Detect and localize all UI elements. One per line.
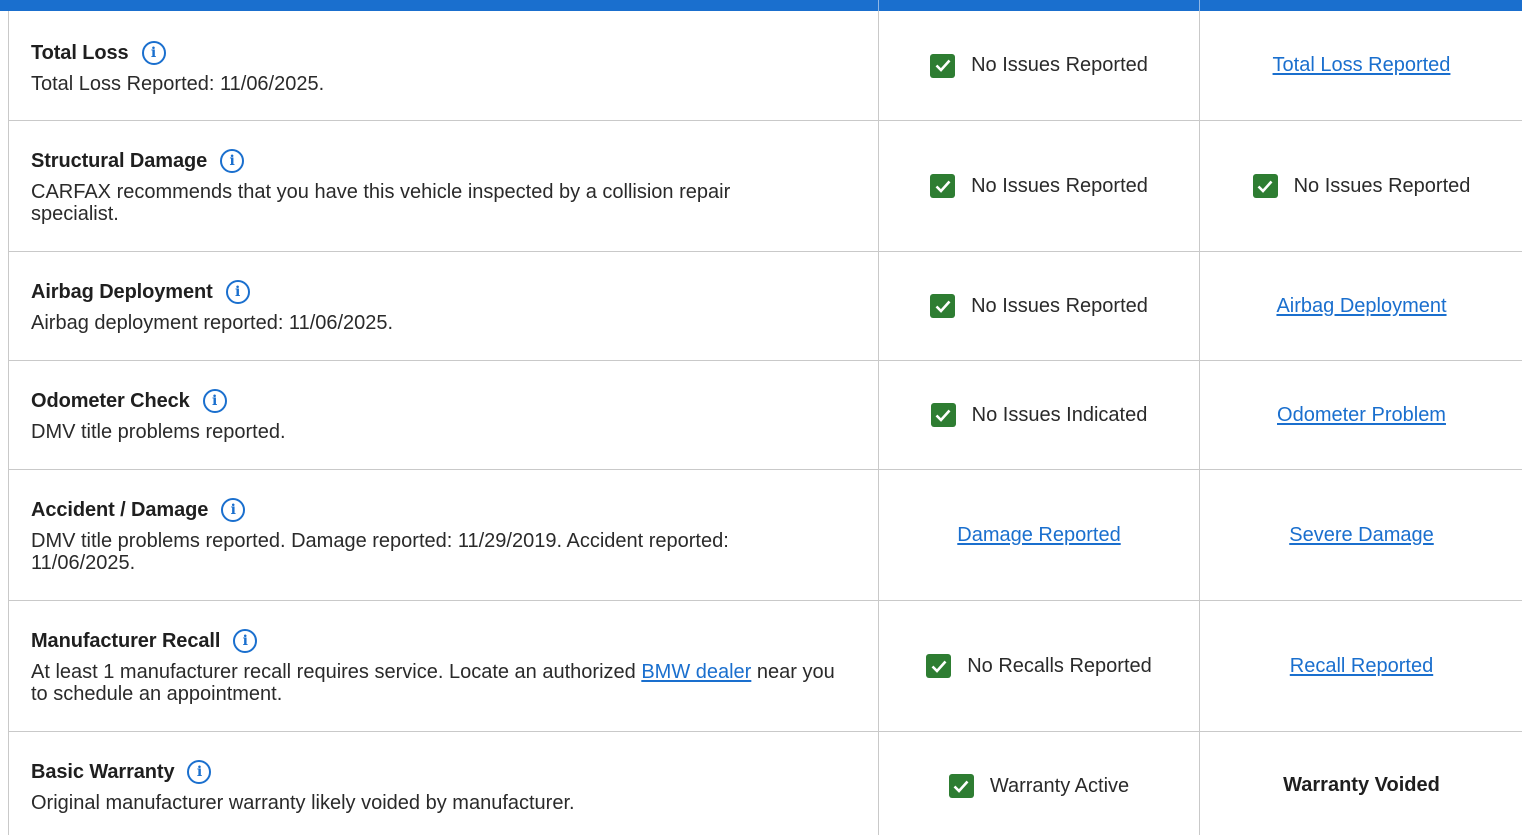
row-label-cell: Structural Damage i CARFAX recommends th… xyxy=(9,121,879,251)
checkmark-icon xyxy=(948,774,974,798)
status-no-recalls: No Recalls Reported xyxy=(926,654,1152,678)
row-description: At least 1 manufacturer recall requires … xyxy=(31,661,851,705)
info-icon[interactable]: i xyxy=(202,389,227,413)
status-no-issues: No Issues Indicated xyxy=(930,403,1148,427)
row-description: DMV title problems reported. xyxy=(31,421,286,443)
row-title: Odometer Check xyxy=(31,389,190,412)
status-cell: No Issues Reported xyxy=(1200,121,1522,251)
row-label-cell: Odometer Check i DMV title problems repo… xyxy=(9,361,879,469)
header-divider xyxy=(1199,0,1200,11)
checkmark-icon xyxy=(930,174,956,198)
row-title: Total Loss xyxy=(31,41,129,64)
status-cell: Severe Damage xyxy=(1200,470,1522,600)
status-text: No Recalls Reported xyxy=(967,654,1152,677)
table-row-basic-warranty: Basic Warranty i Original manufacturer w… xyxy=(9,732,1522,835)
row-title: Structural Damage xyxy=(31,149,208,172)
status-text: No Issues Reported xyxy=(971,174,1148,197)
row-label-cell: Basic Warranty i Original manufacturer w… xyxy=(9,732,879,835)
status-cell: Total Loss Reported xyxy=(1200,11,1522,120)
row-title: Basic Warranty xyxy=(31,760,175,783)
table-row-accident-damage: Accident / Damage i DMV title problems r… xyxy=(9,470,1522,601)
status-cell: Odometer Problem xyxy=(1200,361,1522,469)
checkmark-icon xyxy=(930,53,956,78)
table-row-structural-damage: Structural Damage i CARFAX recommends th… xyxy=(9,121,1522,252)
bmw-dealer-link[interactable]: BMW dealer xyxy=(641,661,751,683)
status-text: Warranty Active xyxy=(989,774,1130,797)
status-cell: No Issues Reported xyxy=(879,121,1200,251)
row-label-cell: Manufacturer Recall i At least 1 manufac… xyxy=(9,601,879,731)
warranty-voided-status: Warranty Voided xyxy=(1283,774,1440,796)
row-description: CARFAX recommends that you have this veh… xyxy=(31,181,731,225)
info-icon[interactable]: i xyxy=(187,760,212,784)
row-title: Manufacturer Recall xyxy=(31,629,221,652)
status-text: No Issues Reported xyxy=(971,54,1148,76)
status-text: No Issues Reported xyxy=(971,294,1148,317)
info-icon[interactable]: i xyxy=(221,498,246,522)
checkmark-icon xyxy=(1252,174,1278,198)
header-divider xyxy=(878,0,879,11)
checkmark-icon xyxy=(926,654,952,678)
status-text: No Issues Indicated xyxy=(971,403,1148,426)
info-icon[interactable]: i xyxy=(233,629,258,653)
status-cell: No Issues Indicated xyxy=(879,361,1200,469)
status-cell: Damage Reported xyxy=(879,470,1200,600)
status-no-issues: No Issues Reported xyxy=(930,174,1148,198)
table-header-bar xyxy=(0,0,1522,11)
status-cell: Warranty Active xyxy=(879,732,1200,835)
row-label-cell: Total Loss i Total Loss Reported: 11/06/… xyxy=(9,11,879,120)
severe-damage-link[interactable]: Severe Damage xyxy=(1289,524,1434,547)
row-description: Total Loss Reported: 11/06/2025. xyxy=(31,73,325,95)
airbag-deployment-link[interactable]: Airbag Deployment xyxy=(1276,295,1446,318)
row-description: DMV title problems reported. Damage repo… xyxy=(31,530,729,574)
status-cell: Airbag Deployment xyxy=(1200,252,1522,360)
row-description: Airbag deployment reported: 11/06/2025. xyxy=(31,312,394,334)
row-title: Accident / Damage xyxy=(31,498,209,521)
table-row-manufacturer-recall: Manufacturer Recall i At least 1 manufac… xyxy=(9,601,1522,732)
table-row-total-loss: Total Loss i Total Loss Reported: 11/06/… xyxy=(9,11,1522,121)
recall-reported-link[interactable]: Recall Reported xyxy=(1290,655,1433,678)
status-no-issues: No Issues Reported xyxy=(930,53,1148,78)
status-no-issues: No Issues Reported xyxy=(930,294,1148,318)
status-cell: No Issues Reported xyxy=(879,252,1200,360)
status-cell: No Recalls Reported xyxy=(879,601,1200,731)
row-description: Original manufacturer warranty likely vo… xyxy=(31,792,575,814)
checkmark-icon xyxy=(930,294,956,318)
table-row-odometer-check: Odometer Check i DMV title problems repo… xyxy=(9,361,1522,470)
status-cell: Warranty Voided xyxy=(1200,732,1522,835)
damage-reported-link[interactable]: Damage Reported xyxy=(957,524,1120,547)
status-cell: Recall Reported xyxy=(1200,601,1522,731)
status-warranty-active: Warranty Active xyxy=(948,774,1130,798)
info-icon[interactable]: i xyxy=(141,41,166,65)
info-icon[interactable]: i xyxy=(220,149,245,173)
row-title: Airbag Deployment xyxy=(31,280,213,303)
row-label-cell: Accident / Damage i DMV title problems r… xyxy=(9,470,879,600)
history-grid: Total Loss i Total Loss Reported: 11/06/… xyxy=(8,11,1522,835)
status-no-issues: No Issues Reported xyxy=(1252,174,1471,198)
vehicle-history-table-page: Total Loss i Total Loss Reported: 11/06/… xyxy=(0,0,1522,835)
info-icon[interactable]: i xyxy=(225,280,250,304)
description-text: At least 1 manufacturer recall requires … xyxy=(31,661,642,683)
status-cell: No Issues Reported xyxy=(879,11,1200,120)
total-loss-reported-link[interactable]: Total Loss Reported xyxy=(1273,54,1451,77)
odometer-problem-link[interactable]: Odometer Problem xyxy=(1277,404,1446,427)
row-label-cell: Airbag Deployment i Airbag deployment re… xyxy=(9,252,879,360)
status-text: No Issues Reported xyxy=(1293,174,1471,197)
checkmark-icon xyxy=(930,403,956,427)
table-row-airbag-deployment: Airbag Deployment i Airbag deployment re… xyxy=(9,252,1522,361)
